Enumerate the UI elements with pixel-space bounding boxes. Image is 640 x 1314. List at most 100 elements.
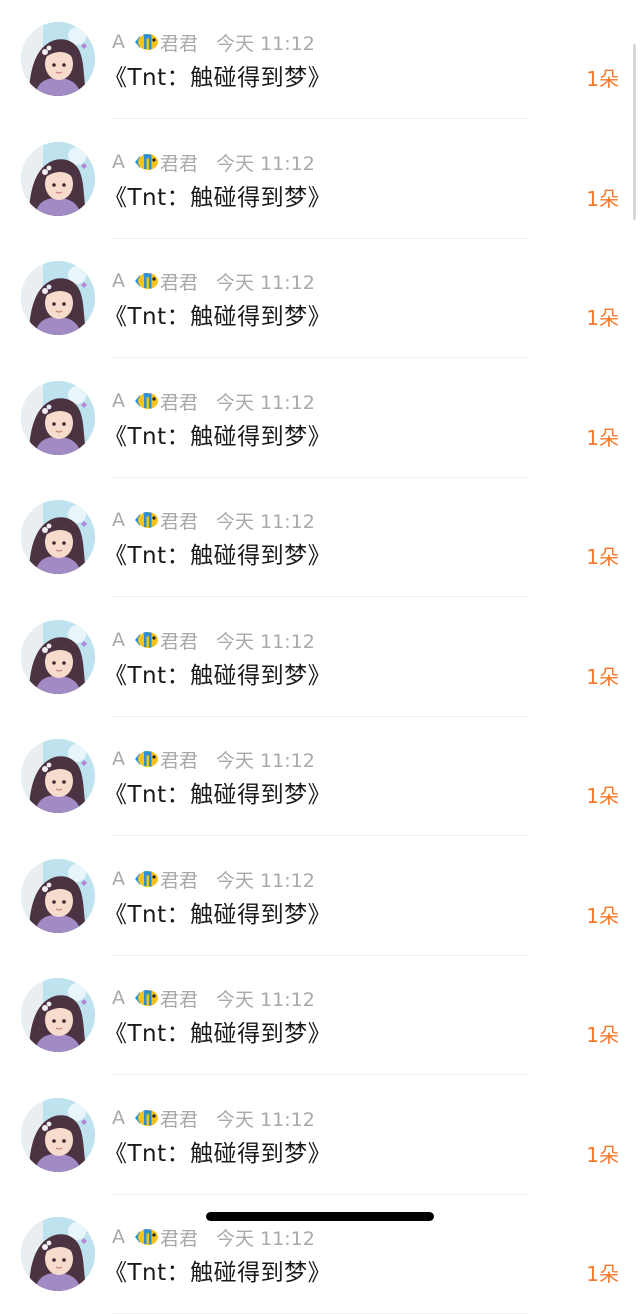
row-divider [112,1074,528,1075]
sender-info: A 君君 今天 11:12 [112,507,315,534]
avatar[interactable] [21,739,95,813]
list-item[interactable]: A 君君 今天 11:12 《Tnt：触碰得到梦》 1朵 [0,598,640,717]
avatar[interactable] [21,22,95,96]
timestamp: 今天 11:12 [216,271,315,294]
flower-count: 1朵 [586,187,619,211]
sender-name[interactable]: 君君 [160,507,198,534]
list-item[interactable]: A 君君 今天 11:12 《Tnt：触碰得到梦》 1朵 [0,0,640,119]
flower-count: 1朵 [586,545,619,569]
avatar[interactable] [21,500,95,574]
sender-name[interactable]: 君君 [160,268,198,295]
sender-info: A 君君 今天 11:12 [112,388,315,415]
list-item[interactable]: A 君君 今天 11:12 《Tnt：触碰得到梦》 1朵 [0,120,640,239]
flower-count: 1朵 [586,306,619,330]
flower-count: 1朵 [586,1023,619,1047]
timestamp: 今天 11:12 [216,391,315,414]
flower-count: 1朵 [586,67,619,91]
sender-info: A 君君 今天 11:12 [112,985,315,1012]
fish-emoji-icon [135,393,158,409]
flower-count: 1朵 [586,784,619,808]
timestamp: 今天 11:12 [216,32,315,55]
timestamp: 今天 11:12 [216,1227,315,1250]
sender-prefix: A [112,509,125,531]
sender-name[interactable]: 君君 [160,1224,198,1251]
avatar[interactable] [21,142,95,216]
avatar[interactable] [21,381,95,455]
sender-name[interactable]: 君君 [160,388,198,415]
work-title[interactable]: 《Tnt：触碰得到梦》 [104,775,331,809]
timestamp: 今天 11:12 [216,988,315,1011]
sender-name[interactable]: 君君 [160,866,198,893]
fish-emoji-icon [135,34,158,50]
sender-name[interactable]: 君君 [160,627,198,654]
sender-info: A 君君 今天 11:12 [112,746,315,773]
sender-name[interactable]: 君君 [160,985,198,1012]
sender-name[interactable]: 君君 [160,1105,198,1132]
fish-emoji-icon [135,512,158,528]
home-indicator[interactable] [206,1212,434,1221]
sender-prefix: A [112,151,125,173]
timestamp: 今天 11:12 [216,630,315,653]
sender-info: A 君君 今天 11:12 [112,1224,315,1251]
list-item[interactable]: A 君君 今天 11:12 《Tnt：触碰得到梦》 1朵 [0,1076,640,1195]
row-divider [112,357,528,358]
flower-count: 1朵 [586,1143,619,1167]
timestamp: 今天 11:12 [216,510,315,533]
list-item[interactable]: A 君君 今天 11:12 《Tnt：触碰得到梦》 1朵 [0,837,640,956]
work-title[interactable]: 《Tnt：触碰得到梦》 [104,417,331,451]
fish-emoji-icon [135,751,158,767]
row-divider [112,835,528,836]
flower-count: 1朵 [586,426,619,450]
sender-info: A 君君 今天 11:12 [112,149,315,176]
fish-emoji-icon [135,273,158,289]
avatar[interactable] [21,1217,95,1291]
work-title[interactable]: 《Tnt：触碰得到梦》 [104,1014,331,1048]
work-title[interactable]: 《Tnt：触碰得到梦》 [104,656,331,690]
list-item[interactable]: A 君君 今天 11:12 《Tnt：触碰得到梦》 1朵 [0,478,640,597]
row-divider [112,596,528,597]
avatar[interactable] [21,859,95,933]
avatar[interactable] [21,978,95,1052]
avatar[interactable] [21,620,95,694]
work-title[interactable]: 《Tnt：触碰得到梦》 [104,895,331,929]
sender-name[interactable]: 君君 [160,29,198,56]
row-divider [112,118,528,119]
sender-info: A 君君 今天 11:12 [112,866,315,893]
work-title[interactable]: 《Tnt：触碰得到梦》 [104,1253,331,1287]
fish-emoji-icon [135,1229,158,1245]
flower-count: 1朵 [586,665,619,689]
work-title[interactable]: 《Tnt：触碰得到梦》 [104,58,331,92]
avatar[interactable] [21,1098,95,1172]
timestamp: 今天 11:12 [216,152,315,175]
sender-name[interactable]: 君君 [160,746,198,773]
work-title[interactable]: 《Tnt：触碰得到梦》 [104,1134,331,1168]
list-item[interactable]: A 君君 今天 11:12 《Tnt：触碰得到梦》 1朵 [0,359,640,478]
sender-prefix: A [112,31,125,53]
list-item[interactable]: A 君君 今天 11:12 《Tnt：触碰得到梦》 1朵 [0,717,640,836]
sender-prefix: A [112,868,125,890]
avatar[interactable] [21,261,95,335]
fish-emoji-icon [135,990,158,1006]
sender-prefix: A [112,1107,125,1129]
timestamp: 今天 11:12 [216,1108,315,1131]
sender-name[interactable]: 君君 [160,149,198,176]
work-title[interactable]: 《Tnt：触碰得到梦》 [104,536,331,570]
sender-prefix: A [112,270,125,292]
sender-info: A 君君 今天 11:12 [112,1105,315,1132]
sender-prefix: A [112,987,125,1009]
sender-info: A 君君 今天 11:12 [112,29,315,56]
work-title[interactable]: 《Tnt：触碰得到梦》 [104,178,331,212]
timestamp: 今天 11:12 [216,869,315,892]
sender-prefix: A [112,1226,125,1248]
flower-count: 1朵 [586,904,619,928]
fish-emoji-icon [135,632,158,648]
list-item[interactable]: A 君君 今天 11:12 《Tnt：触碰得到梦》 1朵 [0,956,640,1075]
fish-emoji-icon [135,871,158,887]
work-title[interactable]: 《Tnt：触碰得到梦》 [104,297,331,331]
sender-prefix: A [112,629,125,651]
timestamp: 今天 11:12 [216,749,315,772]
fish-emoji-icon [135,1110,158,1126]
scrollbar[interactable] [633,44,636,220]
sender-info: A 君君 今天 11:12 [112,627,315,654]
list-item[interactable]: A 君君 今天 11:12 《Tnt：触碰得到梦》 1朵 [0,239,640,358]
